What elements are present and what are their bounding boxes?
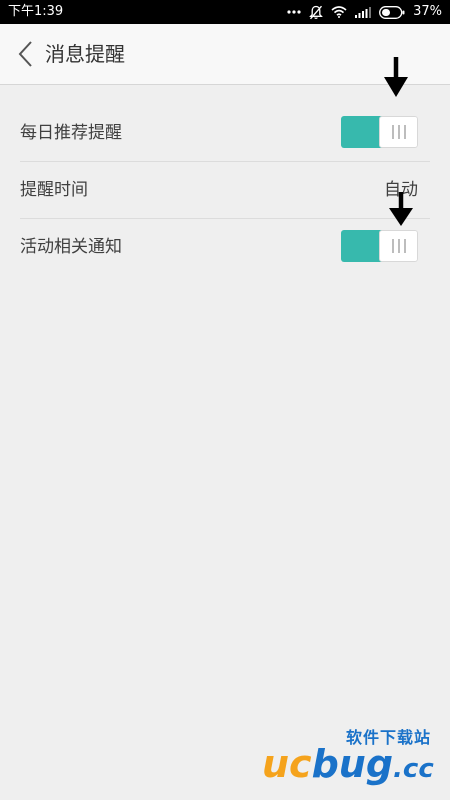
page-title: 消息提醒 (45, 42, 125, 66)
grip-icon (397, 125, 400, 139)
status-icons: 37% (287, 3, 442, 21)
status-bar: 下午1:39 37% (0, 0, 450, 24)
setting-row-daily-recommend[interactable]: 每日推荐提醒 (20, 105, 430, 162)
watermark-brand-uc: uc (262, 742, 312, 786)
daily-recommend-toggle[interactable] (341, 116, 418, 148)
watermark-brand: ucbug.cc (262, 740, 434, 793)
watermark-brand-cc: .cc (393, 754, 434, 784)
grip-icon (403, 239, 406, 253)
toggle-knob[interactable] (379, 116, 418, 148)
grip-icon (391, 239, 394, 253)
grip-icon (403, 125, 406, 139)
arrow-down-icon (384, 57, 408, 97)
screen: 下午1:39 37% 消息提醒 每日推荐提醒 提醒时间 自动 活动相关通知 软件… (0, 0, 450, 800)
setting-row-reminder-time[interactable]: 提醒时间 自动 (20, 162, 430, 219)
settings-list: 每日推荐提醒 提醒时间 自动 活动相关通知 (0, 105, 450, 275)
wifi-icon (331, 6, 347, 18)
activity-notice-toggle[interactable] (341, 230, 418, 262)
setting-label: 提醒时间 (20, 180, 88, 200)
grip-icon (391, 125, 394, 139)
watermark-brand-bug: bug (311, 742, 394, 786)
toggle-track (341, 116, 383, 148)
bell-muted-icon (309, 5, 323, 19)
status-time: 下午1:39 (8, 4, 64, 19)
toggle-track (341, 230, 383, 262)
toggle-knob[interactable] (379, 230, 418, 262)
battery-percent: 37% (413, 4, 442, 19)
signal-icon (355, 7, 372, 18)
watermark-logo: 软件下载站 ucbug.cc (262, 722, 447, 797)
setting-row-activity-notice[interactable]: 活动相关通知 (20, 219, 430, 275)
grip-icon (397, 239, 400, 253)
battery-icon (379, 5, 405, 19)
arrow-down-icon (389, 192, 413, 226)
setting-label: 每日推荐提醒 (20, 123, 122, 143)
chevron-left-icon[interactable] (16, 40, 36, 68)
setting-label: 活动相关通知 (20, 237, 122, 257)
more-dots-icon (287, 10, 301, 14)
